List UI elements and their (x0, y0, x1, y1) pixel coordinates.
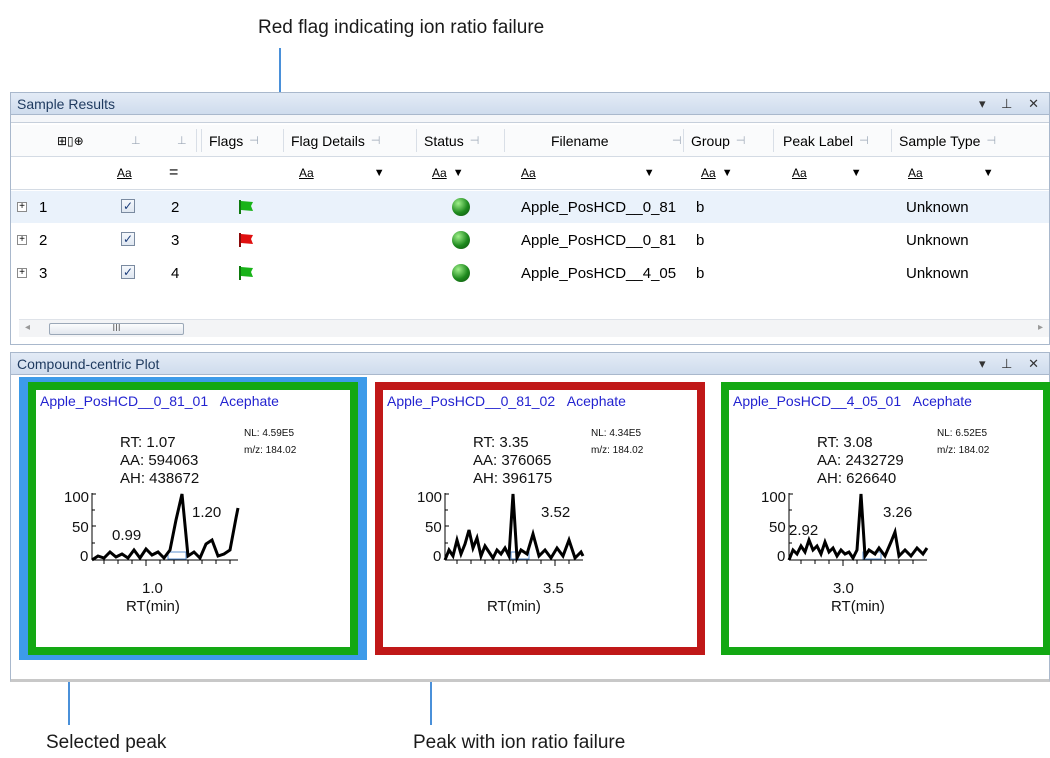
chromatogram-plot[interactable]: Apple_PosHCD__0_81_02 Acephate NL: 4.34E… (375, 382, 705, 655)
pin-icon: ⊣ (859, 135, 869, 147)
row-sample-type: Unknown (906, 231, 969, 249)
sample-results-header: Sample Results ▾ ⊥ ✕ (11, 93, 1049, 115)
column-header-flag-details[interactable]: Flag Details ⊣ (291, 125, 381, 156)
dropdown-icon: ▼ (721, 167, 733, 179)
filter-aa[interactable]: Aa (117, 157, 132, 189)
callout-selected-peak: Selected peak (46, 732, 167, 753)
table-row[interactable]: + 3 ✓ 4 Apple_PosHCD__4_05 b Unknown (11, 257, 1049, 289)
flag-green-icon[interactable] (238, 199, 254, 215)
status-ok-icon (452, 198, 470, 216)
col-label: Group (691, 132, 730, 149)
status-ok-icon (452, 231, 470, 249)
dropdown-icon: ▼ (982, 167, 994, 179)
pin-icon: ⊣ (249, 135, 259, 147)
row-group: b (696, 264, 705, 282)
panel-controls[interactable]: ▾ ⊥ ✕ (979, 353, 1045, 375)
status-ok-icon (452, 264, 470, 282)
column-header-peak-label[interactable]: Peak Label ⊣ (783, 125, 869, 156)
scroll-thumb[interactable]: III (49, 323, 184, 335)
compound-plot-panel: Compound-centric Plot ▾ ⊥ ✕ Apple_PosHCD… (10, 352, 1050, 682)
col-label: Status (424, 132, 464, 149)
pin-icon[interactable]: ⊥ (171, 125, 187, 156)
dropdown-icon: ▼ (850, 167, 862, 179)
callout-red-flag: Red flag indicating ion ratio failure (258, 17, 545, 38)
col-label: Filename (551, 132, 609, 149)
flag-green-icon[interactable] (238, 265, 254, 281)
column-header-sample-type[interactable]: Sample Type ⊣ (899, 125, 996, 156)
row-index: 4 (171, 264, 180, 282)
filter-row: Aa = Aa ▼ Aa ▼ Aa ▼ Aa ▼ Aa ▼ Aa ▼ (11, 157, 1049, 190)
row-number: 3 (39, 264, 48, 282)
table-row[interactable]: + 2 ✓ 3 Apple_PosHCD__0_81 b Unknown (11, 224, 1049, 256)
plot-area: Apple_PosHCD__0_81_01 Acephate NL: 4.59E… (11, 377, 1050, 679)
col-label: Flags (209, 132, 244, 149)
chromatogram-trace (91, 493, 240, 566)
column-chooser-icon[interactable]: ⊞▯⊕ (57, 125, 102, 156)
col-label: Flag Details (291, 132, 365, 149)
group-by-strip[interactable] (11, 115, 1049, 123)
compound-plot-header: Compound-centric Plot ▾ ⊥ ✕ (11, 353, 1049, 375)
horizontal-scrollbar[interactable]: ◂ III ▸ (19, 319, 1049, 337)
scroll-right-icon[interactable]: ▸ (1038, 322, 1043, 333)
column-header-status[interactable]: Status ⊣ (424, 125, 479, 156)
dropdown-icon: ▼ (452, 167, 464, 179)
row-group: b (696, 231, 705, 249)
filter-peak-label[interactable]: Aa ▼ (792, 157, 862, 189)
grid-header: ⊞▯⊕ ⊥ ⊥ Flags ⊣ Flag Details ⊣ Status ⊣ Fil… (11, 125, 1049, 157)
dropdown-icon: ▼ (373, 167, 385, 179)
col-label: Peak Label (783, 132, 854, 149)
row-filename: Apple_PosHCD__0_81 (521, 231, 677, 249)
column-header-group[interactable]: Group ⊣ (691, 125, 746, 156)
panel-title: Sample Results (17, 96, 116, 112)
row-sample-type: Unknown (906, 198, 969, 216)
pin-icon: ⊣ (986, 135, 997, 147)
row-filename: Apple_PosHCD__0_81 (521, 198, 677, 216)
scroll-left-icon[interactable]: ◂ (25, 322, 30, 333)
panel-controls[interactable]: ▾ ⊥ ✕ (979, 93, 1045, 115)
filter-sample-type[interactable]: Aa ▼ (908, 157, 994, 189)
column-header-flags[interactable]: Flags ⊣ (209, 125, 259, 156)
row-number: 1 (39, 198, 48, 216)
row-filename: Apple_PosHCD__4_05 (521, 264, 677, 282)
dropdown-icon: ▼ (643, 167, 655, 179)
row-sample-type: Unknown (906, 264, 969, 282)
row-index: 3 (171, 231, 180, 249)
chromatogram-trace (787, 493, 929, 566)
pin-icon: ⊣ (735, 135, 746, 147)
flag-red-icon[interactable] (238, 232, 254, 248)
filter-status[interactable]: Aa ▼ (432, 157, 464, 189)
filter-flag-details[interactable]: Aa ▼ (299, 157, 385, 189)
col-label: Sample Type (899, 132, 981, 149)
chromatogram-trace (443, 493, 585, 566)
table-row[interactable]: + 1 ✓ 2 Apple_PosHCD__0_81 b Unknown (11, 191, 1049, 223)
panel-title: Compound-centric Plot (17, 356, 160, 372)
callout-ion-ratio-peak: Peak with ion ratio failure (413, 732, 626, 753)
row-number: 2 (39, 231, 48, 249)
pin-icon: ⊣ (469, 135, 480, 147)
filter-group[interactable]: Aa ▼ (701, 157, 733, 189)
pin-icon: ⊣ (370, 135, 381, 147)
row-checkbox[interactable]: ✓ (121, 265, 135, 279)
expand-icon[interactable]: + (17, 235, 27, 245)
sample-results-panel: Sample Results ▾ ⊥ ✕ ⊞▯⊕ ⊥ ⊥ Flags ⊣ Flag… (10, 92, 1050, 345)
expand-icon[interactable]: + (17, 268, 27, 278)
pin-icon[interactable]: ⊥ (125, 125, 141, 156)
row-group: b (696, 198, 705, 216)
pin-icon[interactable]: ⊣ (666, 125, 682, 156)
filter-equals[interactable]: = (169, 157, 178, 189)
filter-filename[interactable]: Aa ▼ (521, 157, 655, 189)
row-index: 2 (171, 198, 180, 216)
expand-icon[interactable]: + (17, 202, 27, 212)
row-checkbox[interactable]: ✓ (121, 199, 135, 213)
chromatogram-plot[interactable]: Apple_PosHCD__4_05_01 Acephate NL: 6.52E… (721, 382, 1050, 655)
row-checkbox[interactable]: ✓ (121, 232, 135, 246)
chromatogram-plot[interactable]: Apple_PosHCD__0_81_01 Acephate NL: 4.59E… (28, 382, 358, 655)
column-header-filename[interactable]: Filename (551, 125, 609, 156)
